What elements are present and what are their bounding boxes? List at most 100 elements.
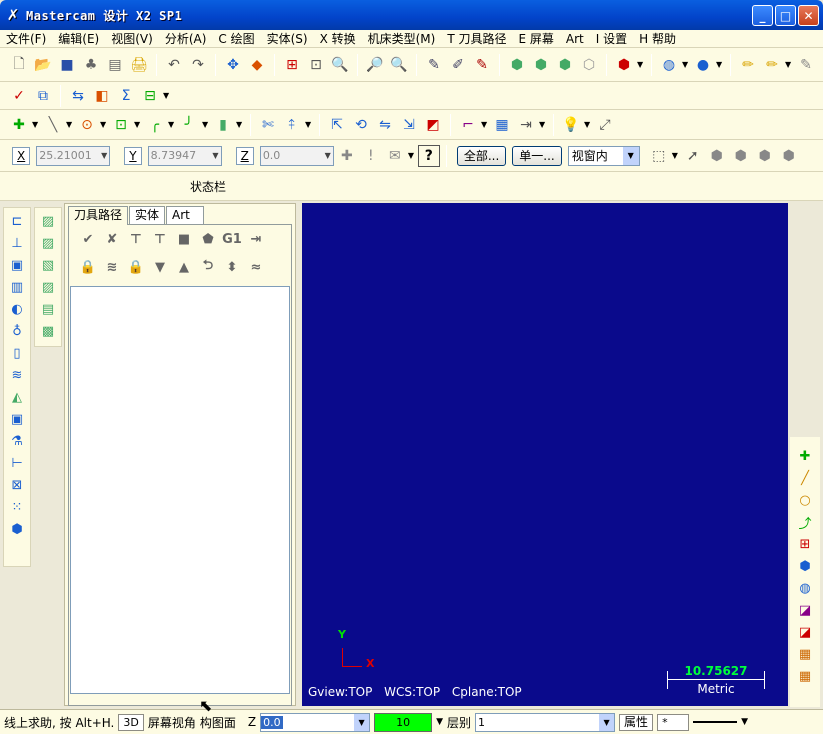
add-point-icon[interactable]: ✚ bbox=[795, 447, 815, 466]
repaint-icon[interactable]: ◆ bbox=[246, 54, 268, 76]
iso-view-icon[interactable]: ⬢ bbox=[506, 54, 528, 76]
line-style-select[interactable] bbox=[693, 721, 738, 723]
save-as-icon[interactable]: ▤ bbox=[104, 54, 126, 76]
open-folder-icon[interactable]: 📂 bbox=[32, 54, 54, 76]
cylinder-icon[interactable]: ▮ bbox=[212, 114, 234, 136]
unzoom-icon[interactable]: 🔎 bbox=[364, 54, 386, 76]
pencil-icon[interactable]: ✏ bbox=[737, 54, 759, 76]
edge-select-icon[interactable]: ⬢ bbox=[754, 145, 776, 167]
pocket-icon[interactable]: ▣ bbox=[7, 256, 27, 275]
minimize-button[interactable]: _ bbox=[752, 5, 773, 26]
regen-icon[interactable]: ⊤ bbox=[125, 228, 147, 250]
color-dropdown-icon[interactable]: ▼ bbox=[436, 717, 443, 727]
slot-icon[interactable]: ▯ bbox=[7, 344, 27, 363]
solid-select-icon[interactable]: ⬢ bbox=[706, 145, 728, 167]
expand-icon[interactable]: ⤢ bbox=[594, 114, 616, 136]
save-icon[interactable]: ■ bbox=[56, 54, 78, 76]
tab-solids[interactable]: 实体 bbox=[129, 206, 166, 224]
mirror-icon[interactable]: ⇋ bbox=[374, 114, 396, 136]
tab-toolpaths[interactable]: 刀具路径 bbox=[68, 206, 129, 225]
3d-toggle-button[interactable]: 3D bbox=[118, 713, 144, 731]
ops-icon[interactable]: ⇆ bbox=[67, 85, 89, 107]
y-coord-field[interactable]: 8.73947 ▼ bbox=[147, 145, 222, 166]
fillet-icon[interactable]: ╭ bbox=[144, 114, 166, 136]
pencils-icon[interactable]: ✏ bbox=[761, 54, 783, 76]
highfeed-icon[interactable]: ⇥ bbox=[245, 228, 267, 250]
face-mill-icon[interactable]: ♁ bbox=[7, 322, 27, 341]
line-icon[interactable]: ╲ bbox=[42, 114, 64, 136]
undo-icon[interactable]: ↶ bbox=[163, 54, 185, 76]
layers-2-icon[interactable]: ◪ bbox=[795, 623, 815, 642]
menu-help[interactable]: H 帮助 bbox=[639, 30, 676, 47]
graphics-viewport[interactable]: Y X Gview:TOP WCS:TOP Cplane:TOP 10.7562… bbox=[302, 203, 788, 706]
menu-settings[interactable]: I 设置 bbox=[596, 30, 627, 47]
cube-view-icon[interactable]: ⬢ bbox=[613, 54, 635, 76]
body-select-icon[interactable]: ⬢ bbox=[778, 145, 800, 167]
wireframe-globe-icon[interactable]: ◍ bbox=[658, 54, 680, 76]
rectangle-icon[interactable]: ⊡ bbox=[110, 114, 132, 136]
zoom-target-icon[interactable]: 🔍 bbox=[329, 54, 351, 76]
toggle-display-icon[interactable]: ≋ bbox=[101, 256, 123, 278]
chevron-down-icon[interactable]: ▼ bbox=[101, 151, 107, 160]
right-view-icon[interactable]: ⬡ bbox=[578, 54, 600, 76]
help-icon[interactable]: ? bbox=[417, 144, 440, 167]
fast-point-icon[interactable]: ✚ bbox=[336, 145, 358, 167]
hatch-6-icon[interactable]: ▩ bbox=[38, 322, 58, 341]
scatter-icon[interactable]: ⁙ bbox=[7, 498, 27, 517]
exclamation-icon[interactable]: ! bbox=[360, 145, 382, 167]
chain-icon[interactable]: ⌐ bbox=[457, 114, 479, 136]
selection-mode-select[interactable]: 视窗内 ▼ bbox=[567, 145, 640, 166]
break-icon[interactable]: ⤉ bbox=[281, 114, 303, 136]
y-coord-label[interactable]: Y bbox=[124, 146, 142, 165]
hatch-icon[interactable]: ▨ bbox=[38, 212, 58, 231]
spline-icon[interactable]: ╯ bbox=[178, 114, 200, 136]
post-op-icon[interactable]: G1 bbox=[221, 228, 243, 250]
mail-icon[interactable]: ✉ bbox=[384, 145, 406, 167]
layers-icon[interactable]: ◪ bbox=[795, 601, 815, 620]
tool-remove-icon[interactable]: ✎ bbox=[471, 54, 493, 76]
thread-icon[interactable]: ≋ bbox=[7, 366, 27, 385]
chevron-down-icon[interactable]: ▼ bbox=[741, 717, 748, 727]
toolpath-select-icon[interactable]: ◧ bbox=[91, 85, 113, 107]
circle-icon[interactable]: ⊙ bbox=[76, 114, 98, 136]
scroll-icon[interactable]: ⬍ bbox=[221, 256, 243, 278]
point-style-select[interactable]: * bbox=[657, 713, 690, 731]
box-icon[interactable]: ▣ bbox=[7, 410, 27, 429]
color-grid-icon[interactable]: ▦ bbox=[795, 645, 815, 664]
solid-tool-icon[interactable]: ⬢ bbox=[795, 557, 815, 576]
hatch-4-icon[interactable]: ▨ bbox=[38, 278, 58, 297]
verify-op-icon[interactable]: ⬟ bbox=[197, 228, 219, 250]
drill-icon[interactable]: ⊥ bbox=[7, 234, 27, 253]
hatch-2-icon[interactable]: ▨ bbox=[38, 234, 58, 253]
select-all-button[interactable]: 全部... bbox=[456, 145, 507, 166]
zoom-window-icon[interactable]: ⊡ bbox=[305, 54, 327, 76]
menu-screen[interactable]: E 屏幕 bbox=[519, 30, 554, 47]
fit-icon[interactable]: ⊞ bbox=[281, 54, 303, 76]
level-field[interactable]: 1 ▼ bbox=[475, 712, 616, 732]
tree-icon[interactable]: ⊏ bbox=[7, 212, 27, 231]
point-icon[interactable]: ✚ bbox=[8, 114, 30, 136]
toggle-post-icon[interactable]: 🔒 bbox=[125, 256, 147, 278]
window-select-icon[interactable]: ⬚ bbox=[648, 145, 670, 167]
lock-icon[interactable]: 🔒 bbox=[77, 256, 99, 278]
spin-icon[interactable]: ◐ bbox=[7, 300, 27, 319]
x-coord-label[interactable]: X bbox=[12, 146, 31, 165]
verify-icon[interactable]: ✓ bbox=[8, 85, 30, 107]
z-coord-label[interactable]: Z bbox=[235, 146, 254, 165]
redo-icon[interactable]: ↷ bbox=[187, 54, 209, 76]
circle-tool-icon[interactable]: ○ bbox=[795, 491, 815, 510]
menu-view[interactable]: 视图(V) bbox=[111, 30, 153, 47]
backplot-op-icon[interactable]: ■ bbox=[173, 228, 195, 250]
contour-icon[interactable]: ▥ bbox=[7, 278, 27, 297]
flask-icon[interactable]: ⚗ bbox=[7, 432, 27, 451]
translate-icon[interactable]: ⇱ bbox=[326, 114, 348, 136]
arc-tool-icon[interactable]: ⤴ bbox=[795, 513, 815, 532]
front-view-icon[interactable]: ⬢ bbox=[554, 54, 576, 76]
sigma-icon[interactable]: Σ bbox=[115, 85, 137, 107]
waves-icon[interactable]: ≈ bbox=[245, 256, 267, 278]
merge-icon[interactable]: ♣ bbox=[80, 54, 102, 76]
attributes-button[interactable]: 属性 bbox=[619, 713, 654, 731]
trim-icon[interactable]: ✄ bbox=[257, 114, 279, 136]
table-icon[interactable]: ▦ bbox=[795, 667, 815, 686]
zoom-out-icon[interactable]: 🔍 bbox=[388, 54, 410, 76]
